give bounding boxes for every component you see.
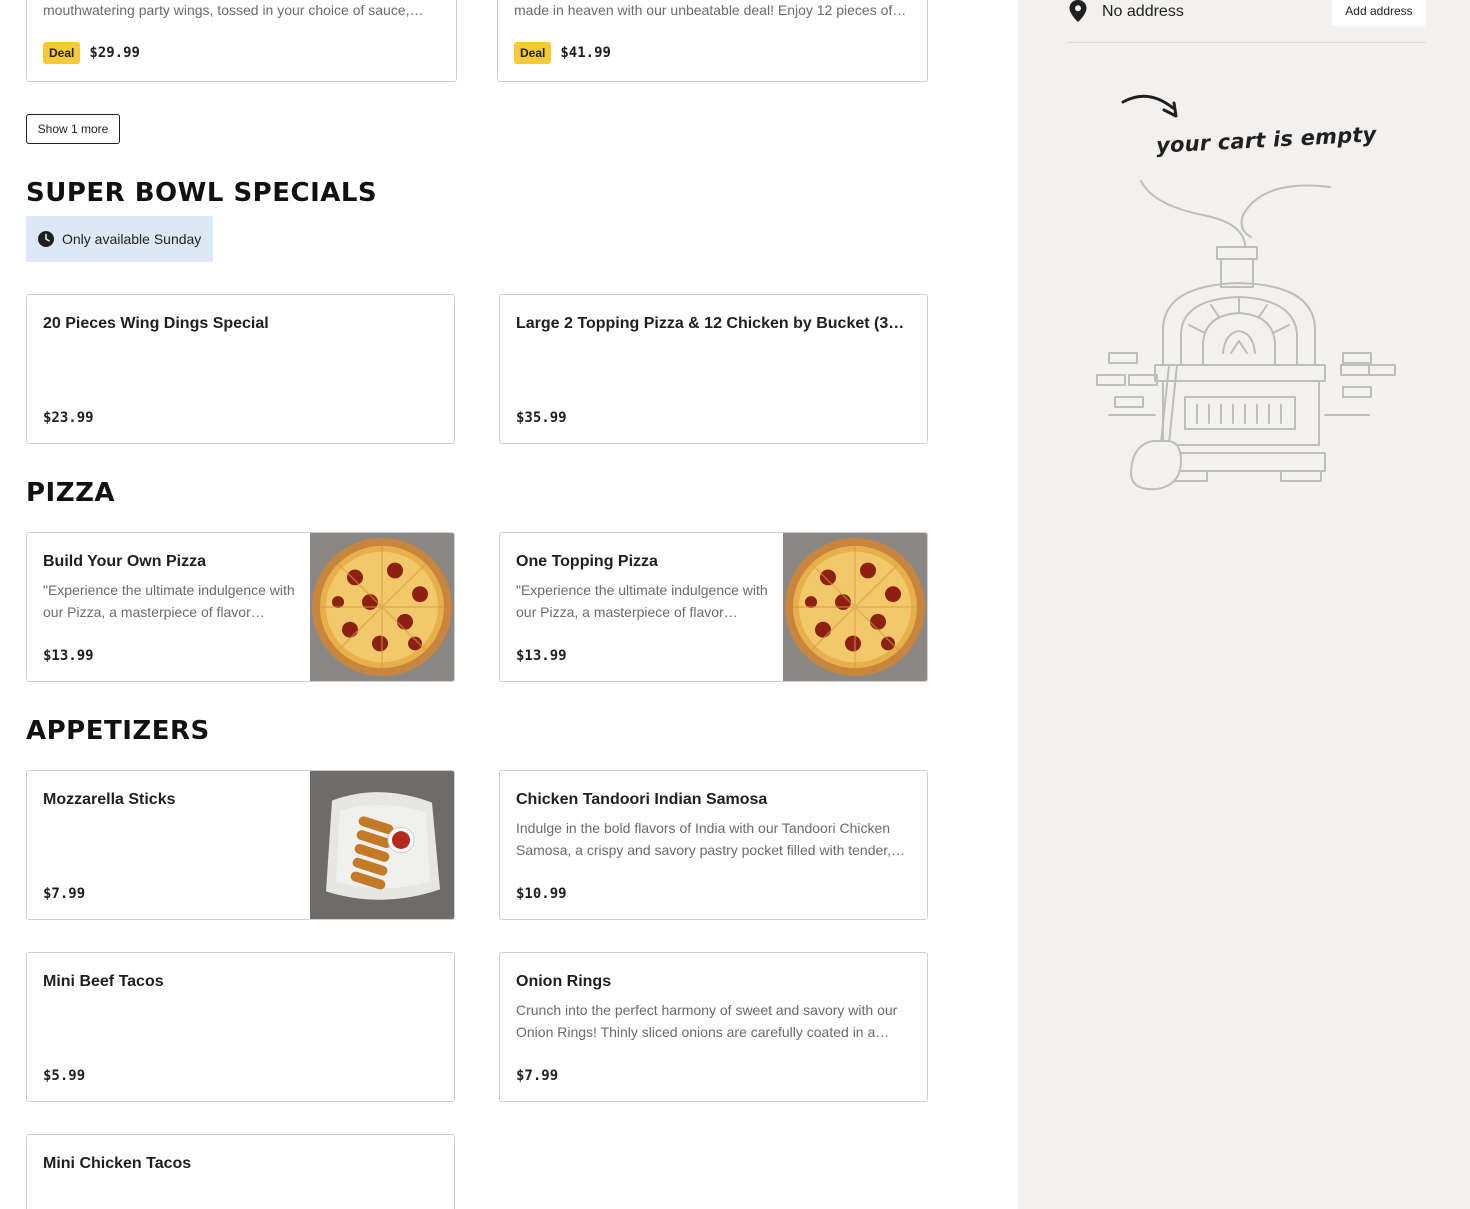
item-title: 20 Pieces Wing Dings Special — [43, 315, 269, 332]
deal-price-row: Deal $29.99 — [43, 42, 140, 64]
mozzarella-sticks-photo — [310, 771, 454, 919]
menu-item-card[interactable]: Mozzarella Sticks $7.99 — [26, 770, 455, 920]
menu-item-card[interactable]: Mini Beef Tacos $5.99 — [26, 952, 455, 1102]
deal-description: made in heaven with our unbeatable deal!… — [514, 2, 907, 18]
item-title: One Topping Pizza — [516, 553, 658, 570]
address-row: No address Add address — [1067, 0, 1426, 43]
item-title: Mini Chicken Tacos — [43, 1155, 192, 1172]
item-title: Onion Rings — [516, 973, 612, 990]
section-title-pizza: PIZZA — [26, 478, 116, 508]
menu-column: mouthwatering party wings, tossed in you… — [0, 0, 1018, 1209]
location-pin-icon — [1069, 0, 1087, 22]
item-price: $35.99 — [516, 410, 567, 426]
item-description: "Experience the ultimate indulgence with… — [43, 582, 295, 620]
item-price: $10.99 — [516, 886, 567, 902]
item-price: $13.99 — [43, 648, 94, 664]
address-text: No address — [1102, 3, 1184, 20]
pizza-photo — [783, 533, 927, 681]
item-price: $23.99 — [43, 410, 94, 426]
item-title: Chicken Tandoori Indian Samosa — [516, 791, 768, 808]
item-price: $7.99 — [43, 886, 86, 902]
deal-price-row: Deal $41.99 — [514, 42, 611, 64]
menu-item-card[interactable]: One Topping Pizza "Experience the ultima… — [499, 532, 928, 682]
item-description: Crunch into the perfect harmony of sweet… — [516, 1002, 898, 1040]
item-price: $7.99 — [516, 1068, 559, 1084]
deal-badge: Deal — [514, 42, 552, 64]
deal-price: $41.99 — [560, 45, 611, 61]
item-price: $13.99 — [516, 648, 567, 664]
availability-notice: Only available Sunday — [26, 216, 213, 262]
deal-card[interactable]: mouthwatering party wings, tossed in you… — [26, 0, 457, 82]
curved-arrow-icon — [1121, 94, 1178, 118]
item-title: Mozzarella Sticks — [43, 791, 176, 808]
pizza-photo — [310, 533, 454, 681]
menu-item-card[interactable]: Build Your Own Pizza "Experience the ult… — [26, 532, 455, 682]
deal-price: $29.99 — [89, 45, 140, 61]
item-title: Mini Beef Tacos — [43, 973, 164, 990]
menu-item-card[interactable]: Onion Rings Crunch into the perfect harm… — [499, 952, 928, 1102]
menu-item-card[interactable]: Large 2 Topping Pizza & 12 Chicken by Bu… — [499, 294, 928, 444]
menu-item-card[interactable]: 20 Pieces Wing Dings Special $23.99 — [26, 294, 455, 444]
deal-card[interactable]: made in heaven with our unbeatable deal!… — [497, 0, 928, 82]
item-title: Large 2 Topping Pizza & 12 Chicken by Bu… — [516, 315, 905, 332]
section-title-appetizers: APPETIZERS — [26, 716, 210, 746]
pizza-oven-illustration — [1096, 180, 1396, 491]
add-address-button[interactable]: Add address — [1332, 0, 1426, 26]
item-price: $5.99 — [43, 1068, 86, 1084]
section-title-super-bowl: SUPER BOWL SPECIALS — [26, 178, 378, 208]
availability-text: Only available Sunday — [62, 231, 202, 247]
item-description: "Experience the ultimate indulgence with… — [516, 582, 768, 620]
menu-item-card[interactable]: Mini Chicken Tacos — [26, 1134, 455, 1209]
cart-empty-message: your cart is empty — [1155, 122, 1378, 158]
clock-icon — [38, 231, 54, 247]
show-more-button[interactable]: Show 1 more — [26, 114, 120, 144]
deal-description: mouthwatering party wings, tossed in you… — [43, 2, 424, 18]
item-title: Build Your Own Pizza — [43, 553, 206, 570]
item-description: Indulge in the bold flavors of India wit… — [516, 820, 906, 858]
deal-badge: Deal — [43, 42, 81, 64]
menu-item-card[interactable]: Chicken Tandoori Indian Samosa Indulge i… — [499, 770, 928, 920]
cart-sidebar: No address Add address your cart is empt… — [1018, 0, 1470, 1209]
